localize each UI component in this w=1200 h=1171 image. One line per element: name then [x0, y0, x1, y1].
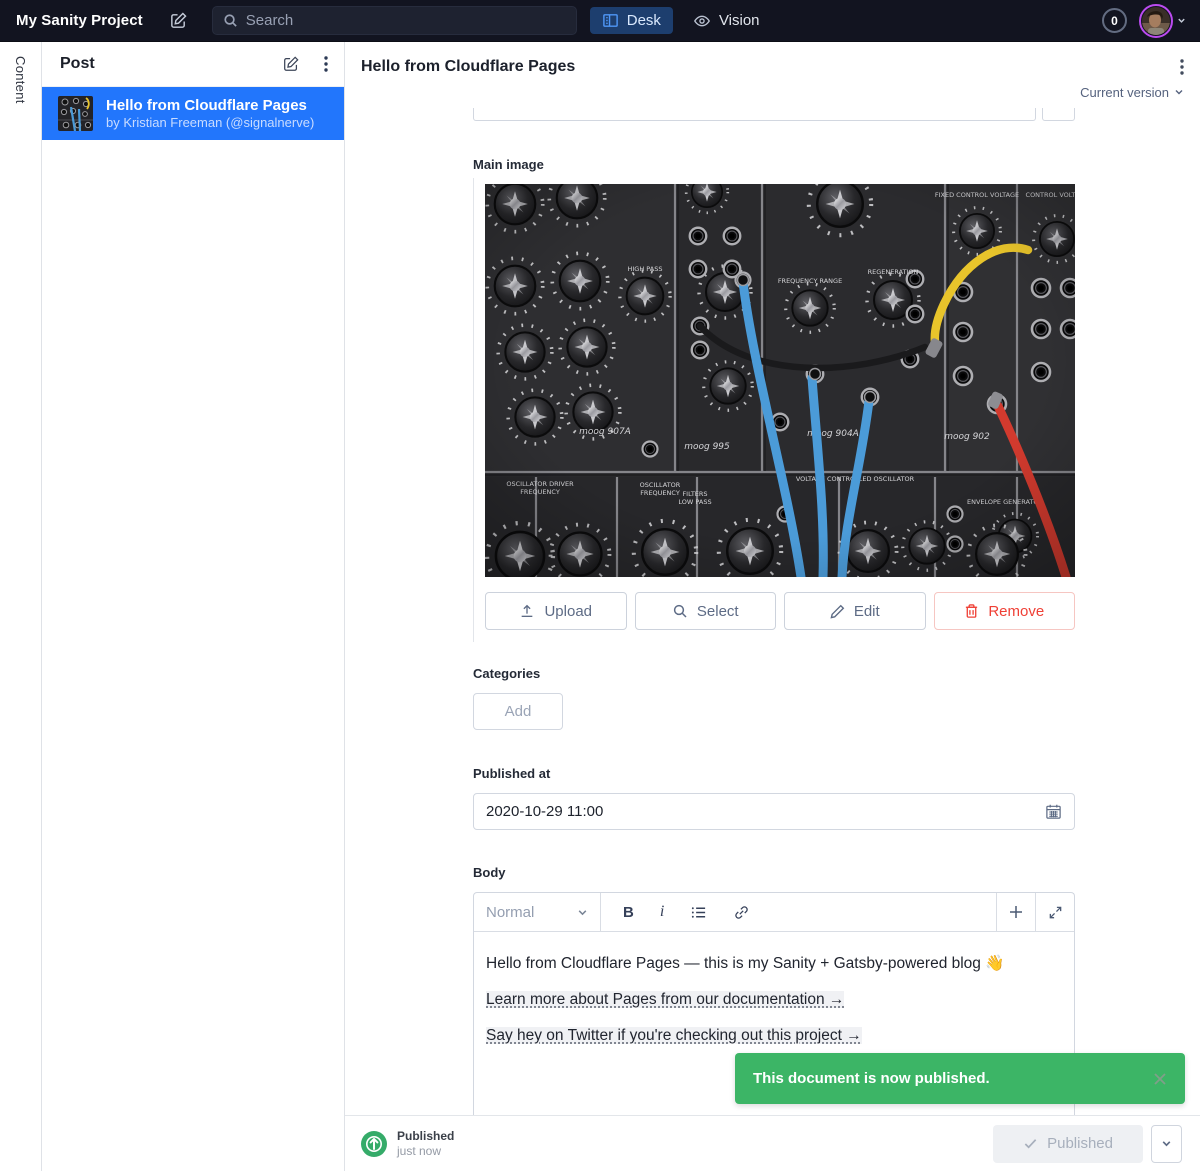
editor-content[interactable]: Hello from Cloudflare Pages — this is my…: [474, 932, 1074, 1046]
project-title: My Sanity Project: [16, 12, 143, 29]
slug-input-clipped[interactable]: [473, 108, 1036, 121]
content-rail: Content: [0, 42, 42, 1171]
body-link-twitter[interactable]: Say hey on Twitter if you're checking ou…: [486, 1027, 862, 1044]
published-at-value: 2020-10-29 11:00: [486, 803, 603, 820]
chevron-down-icon: [1174, 87, 1184, 97]
expand-icon: [1048, 905, 1063, 920]
check-icon: [1023, 1136, 1038, 1151]
tab-vision[interactable]: Vision: [681, 7, 772, 35]
close-icon[interactable]: [1151, 1070, 1169, 1088]
upload-button-label: Upload: [544, 603, 592, 620]
body-paragraph[interactable]: Hello from Cloudflare Pages — this is my…: [486, 953, 1062, 974]
eye-icon: [693, 12, 711, 30]
compose-icon[interactable]: [169, 11, 188, 30]
publish-status[interactable]: Published just now: [361, 1129, 454, 1158]
tab-desk-label: Desk: [627, 12, 661, 29]
new-document-icon[interactable]: [282, 55, 300, 73]
post-list-item-selected[interactable]: Hello from Cloudflare Pages by Kristian …: [42, 87, 344, 140]
slug-generate-button-clipped[interactable]: [1042, 108, 1075, 121]
body-link-documentation[interactable]: Learn more about Pages from our document…: [486, 991, 844, 1008]
edit-button-label: Edit: [854, 603, 880, 620]
post-thumbnail: [58, 96, 93, 131]
publish-status-time: just now: [397, 1144, 454, 1158]
bold-button[interactable]: B: [623, 904, 634, 921]
publish-button-disabled[interactable]: Published: [993, 1125, 1143, 1163]
plus-icon: [1008, 904, 1024, 920]
slug-field-clipped[interactable]: [473, 108, 1075, 121]
add-category-button[interactable]: Add: [473, 693, 563, 730]
select-button[interactable]: Select: [635, 592, 777, 630]
categories-label: Categories: [473, 666, 1075, 681]
search-icon: [223, 13, 238, 28]
publish-button-label: Published: [1047, 1135, 1113, 1152]
main-image-label: Main image: [473, 157, 1075, 172]
version-label: Current version: [1080, 85, 1169, 100]
italic-button[interactable]: i: [660, 903, 664, 921]
chevron-down-icon: [577, 907, 588, 918]
document-pane: Hello from Cloudflare Pages Current vers…: [345, 42, 1200, 1171]
block-style-select[interactable]: Normal: [474, 893, 601, 931]
content-rail-label[interactable]: Content: [13, 56, 28, 1171]
chevron-down-icon: [1161, 1138, 1172, 1149]
bullet-list-icon[interactable]: [690, 904, 707, 921]
toast-message: This document is now published.: [753, 1070, 990, 1087]
select-button-label: Select: [697, 603, 739, 620]
link-icon[interactable]: [733, 904, 750, 921]
main-image-photo[interactable]: HIGH PASS FREQUENCY RANGE REGENERATION F…: [485, 184, 1075, 577]
remove-button[interactable]: Remove: [934, 592, 1076, 630]
chevron-down-icon: [1177, 16, 1186, 25]
tab-vision-label: Vision: [719, 12, 760, 29]
search-icon: [672, 603, 688, 619]
published-at-label: Published at: [473, 766, 1075, 781]
presence-counter[interactable]: 0: [1102, 8, 1127, 33]
post-item-title: Hello from Cloudflare Pages: [106, 96, 314, 115]
published-at-input[interactable]: 2020-10-29 11:00: [473, 793, 1075, 830]
presence-count: 0: [1111, 14, 1118, 28]
pane-menu-kebab-icon[interactable]: [324, 56, 328, 72]
desk-columns-icon: [602, 12, 619, 29]
remove-button-label: Remove: [988, 603, 1044, 620]
search-input[interactable]: [246, 12, 566, 29]
document-form-scroll[interactable]: Main image: [345, 108, 1200, 1115]
publish-status-label: Published: [397, 1129, 454, 1143]
calendar-icon[interactable]: [1045, 803, 1062, 820]
post-pane-header: Post: [42, 42, 344, 87]
post-list-pane: Post: [42, 42, 345, 1171]
user-menu[interactable]: [1139, 4, 1186, 38]
trash-icon: [964, 603, 979, 619]
document-menu-kebab-icon[interactable]: [1180, 59, 1184, 75]
avatar: [1139, 4, 1173, 38]
document-footer: Published just now Published: [345, 1115, 1200, 1171]
upload-button[interactable]: Upload: [485, 592, 627, 630]
tab-desk[interactable]: Desk: [590, 7, 673, 34]
upload-icon: [519, 603, 535, 619]
version-selector[interactable]: Current version: [361, 82, 1184, 102]
document-header: Hello from Cloudflare Pages Current vers…: [345, 42, 1200, 108]
block-style-value: Normal: [486, 904, 534, 921]
document-title: Hello from Cloudflare Pages: [361, 58, 575, 76]
main-image-field: HIGH PASS FREQUENCY RANGE REGENERATION F…: [473, 178, 1075, 642]
editor-toolbar: Normal B i: [474, 893, 1074, 932]
expand-editor-button[interactable]: [1035, 893, 1074, 931]
search-bar[interactable]: [212, 6, 577, 35]
top-bar: My Sanity Project Desk Vision 0: [0, 0, 1200, 42]
edit-button[interactable]: Edit: [784, 592, 926, 630]
publish-toast: This document is now published.: [735, 1053, 1185, 1104]
pencil-icon: [830, 604, 845, 619]
publish-menu-button[interactable]: [1151, 1125, 1182, 1163]
insert-block-button[interactable]: [996, 893, 1035, 931]
post-item-subtitle: by Kristian Freeman (@signalnerve): [106, 115, 314, 131]
published-icon: [361, 1131, 387, 1157]
post-pane-title: Post: [60, 55, 95, 73]
body-label: Body: [473, 865, 1075, 880]
